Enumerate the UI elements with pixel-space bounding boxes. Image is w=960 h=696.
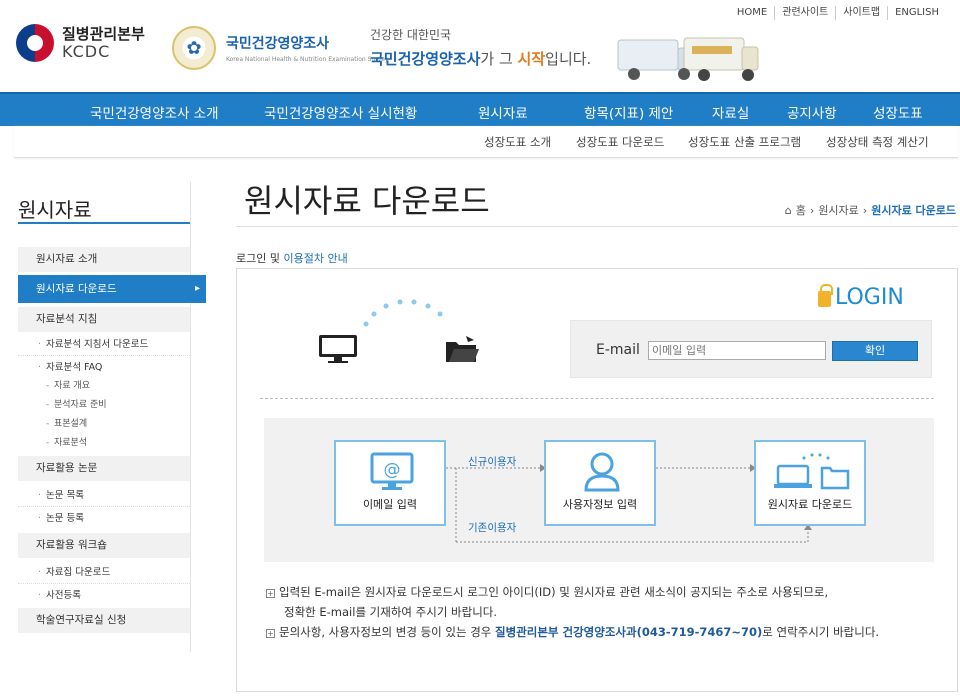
step-user-info: 사용자정보 입력 — [544, 440, 656, 526]
login-title: LOGIN — [835, 285, 904, 310]
kcdc-emblem-icon — [16, 24, 54, 62]
util-home-link[interactable]: HOME — [730, 6, 774, 20]
sidebar-item-paper-list[interactable]: 논문 목록 — [18, 485, 190, 507]
sidebar-item-guide-download[interactable]: 자료분석 지침서 다운로드 — [18, 334, 190, 356]
step-email-label: 이메일 입력 — [362, 498, 418, 511]
plus-icon: + — [266, 629, 275, 638]
breadcrumb-home[interactable]: 홈 — [796, 202, 806, 218]
note-contact: + 문의사항, 사용자정보의 변경 등이 있는 경우 질병관리본부 건강영양조사과… — [266, 625, 880, 639]
knhanes-logo[interactable]: ✿ 국민건강영양조사 Korea National Health & Nutri… — [172, 26, 388, 70]
breadcrumb: ⌂ 홈 › 원시자료 › 원시자료 다운로드 — [785, 202, 956, 218]
svg-text:@: @ — [384, 460, 401, 480]
note-email-cont: 정확한 E-mail를 기재하여 주시기 바랍니다. — [284, 605, 498, 619]
sidebar-item-paper-register[interactable]: 논문 등록 — [18, 508, 190, 530]
survey-subtitle: Korea National Health & Nutrition Examin… — [226, 56, 389, 63]
utility-nav: HOME 관련사이트 사이트맵 ENGLISH — [730, 6, 946, 20]
procedure-notice: 로그인 및 이용절차 안내 — [236, 252, 348, 265]
lock-icon — [818, 284, 833, 307]
kcdc-abbr: KCDC — [62, 42, 111, 61]
transfer-dots-icon — [363, 299, 443, 327]
home-icon[interactable]: ⌂ — [785, 204, 792, 217]
login-heading: LOGIN — [818, 284, 904, 310]
new-user-label: 신규이용자 — [468, 456, 517, 468]
nav-library[interactable]: 자료실 — [712, 102, 749, 122]
monitor-icon — [319, 335, 357, 363]
sub-nav: 성장도표 소개 성장도표 다운로드 성장도표 산출 프로그램 성장상태 측정 계… — [14, 126, 958, 158]
sidebar-item-sample-design[interactable]: 표본설계 — [18, 415, 190, 434]
sidebar-item-workshop[interactable]: 자료활용 워크숍 — [18, 533, 190, 558]
nav-status[interactable]: 국민건강영양조사 실시현황 — [264, 102, 417, 122]
note-email: + 입력된 E-mail은 원시자료 다운로드시 로그인 아이디(ID) 및 원시… — [266, 585, 829, 599]
nav-growth-chart[interactable]: 성장도표 — [873, 102, 923, 122]
nav-notice[interactable]: 공지사항 — [787, 102, 837, 122]
existing-user-label: 기존이용자 — [468, 522, 517, 534]
download-computer-folder-icon — [774, 453, 850, 490]
subnav-growth-program[interactable]: 성장도표 산출 프로그램 — [688, 134, 801, 150]
page-title: 원시자료 다운로드 — [244, 182, 490, 220]
user-icon — [584, 452, 620, 492]
survey-truck-image — [617, 37, 759, 81]
sidebar-item-raw-intro[interactable]: 원시자료 소개 — [18, 247, 190, 272]
step-email-input: @ 이메일 입력 — [334, 440, 446, 526]
sidebar-item-faq[interactable]: 자료분석 FAQ — [18, 357, 190, 379]
nav-intro[interactable]: 국민건강영양조사 소개 — [90, 102, 219, 122]
email-label: E-mail — [596, 342, 640, 358]
sidebar-divider — [190, 182, 191, 652]
sidebar-item-material-download[interactable]: 자료집 다운로드 — [18, 562, 190, 584]
sidebar-item-raw-download[interactable]: 원시자료 다운로드 — [18, 275, 206, 303]
sidebar-item-analysis-guide[interactable]: 자료분석 지침 — [18, 307, 190, 332]
title-divider — [236, 226, 958, 227]
email-input[interactable] — [648, 341, 826, 360]
slogan-line1: 건강한 대한민국 — [370, 28, 452, 42]
procedure-guide-link[interactable]: 이용절차 안내 — [283, 252, 347, 265]
knhanes-emblem-icon: ✿ — [172, 26, 216, 70]
subnav-growth-download[interactable]: 성장도표 다운로드 — [576, 134, 664, 150]
breadcrumb-separator: › — [809, 203, 815, 217]
subnav-growth-calculator[interactable]: 성장상태 측정 계산기 — [826, 134, 929, 150]
util-english-link[interactable]: ENGLISH — [887, 6, 946, 20]
nav-item-proposal[interactable]: 항목(지표) 제안 — [584, 102, 673, 122]
util-related-sites-link[interactable]: 관련사이트 — [774, 6, 835, 20]
survey-name: 국민건강영양조사 — [226, 36, 330, 52]
sidebar-title-divider — [18, 222, 190, 224]
util-sitemap-link[interactable]: 사이트맵 — [835, 6, 887, 20]
sidebar-item-research-room[interactable]: 학술연구자료실 신청 — [18, 608, 190, 633]
sidebar-item-papers[interactable]: 자료활용 논문 — [18, 456, 190, 481]
nav-raw-data[interactable]: 원시자료 — [478, 102, 528, 122]
sidebar-item-analysis[interactable]: 자료분석 — [18, 434, 190, 453]
folder-icon — [446, 336, 479, 362]
breadcrumb-current: 원시자료 다운로드 — [871, 204, 956, 217]
procedure-flow: 신규이용자 기존이용자 @ 이메일 입력 사용자정보 입력 원시자료 다운로드 — [264, 418, 934, 562]
plus-icon: + — [266, 589, 275, 598]
kcdc-name: 질병관리본부 — [62, 25, 145, 43]
slogan-line2: 국민건강영양조사가 그 시작입니다. — [370, 50, 592, 68]
sidebar-item-data-prep[interactable]: 분석자료 준비 — [18, 396, 190, 415]
confirm-button[interactable]: 확인 — [832, 341, 918, 361]
step-user-info-label: 사용자정보 입력 — [562, 498, 638, 511]
sidebar-item-preregister[interactable]: 사전등록 — [18, 585, 190, 607]
sidebar-title: 원시자료 — [18, 198, 92, 222]
breadcrumb-raw-data[interactable]: 원시자료 — [818, 202, 858, 218]
step-download-label: 원시자료 다운로드 — [767, 498, 853, 511]
kcdc-logo[interactable]: 질병관리본부 KCDC — [16, 24, 145, 62]
sidebar-item-data-overview[interactable]: 자료 개요 — [18, 377, 190, 396]
slogan: 건강한 대한민국 국민건강영양조사가 그 시작입니다. — [370, 26, 591, 69]
dotted-divider — [260, 398, 934, 399]
subnav-growth-intro[interactable]: 성장도표 소개 — [484, 134, 551, 150]
breadcrumb-separator: › — [862, 203, 868, 217]
step-download: 원시자료 다운로드 — [754, 440, 866, 526]
email-monitor-icon: @ — [370, 452, 414, 490]
main-nav: 국민건강영양조사 소개 국민건강영양조사 실시현황 원시자료 항목(지표) 제안… — [0, 92, 960, 126]
